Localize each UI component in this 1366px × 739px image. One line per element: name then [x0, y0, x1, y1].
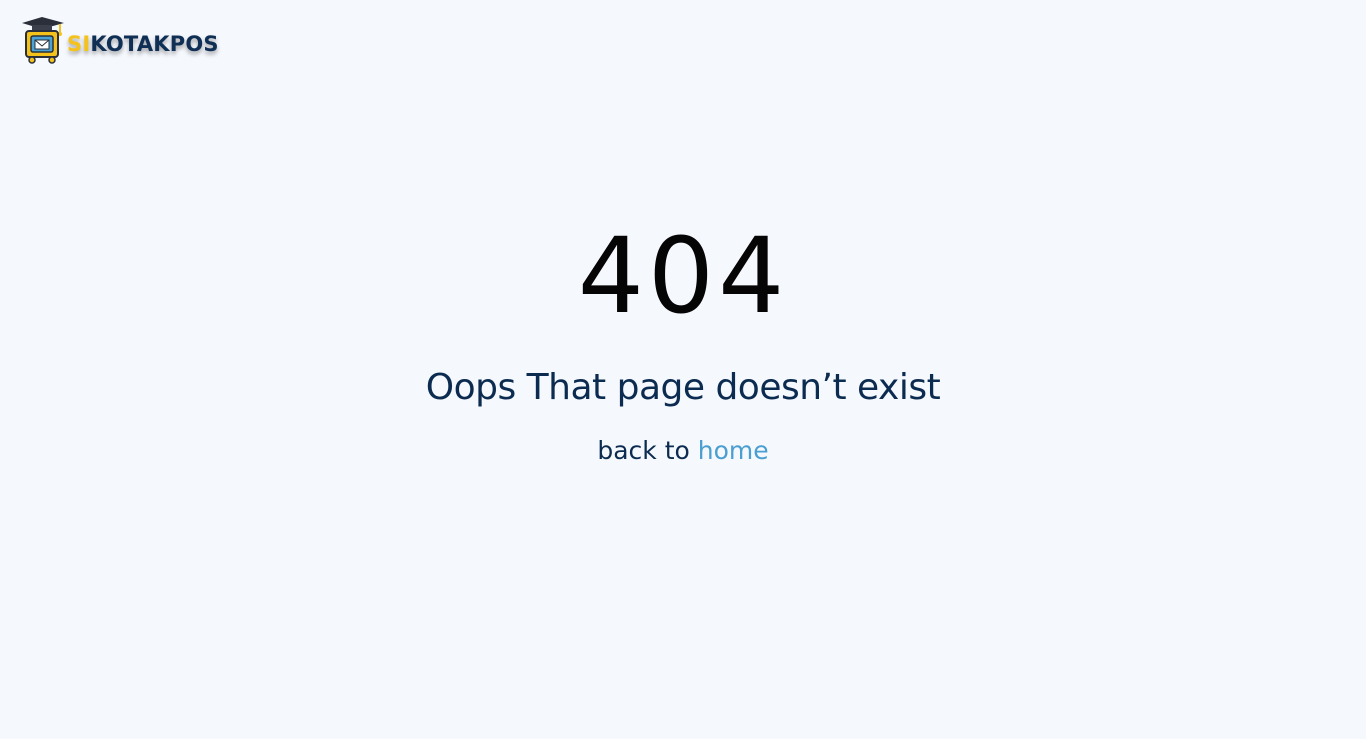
error-code: 404 — [577, 215, 789, 337]
back-to-home-line: back to home — [0, 434, 1366, 468]
back-to-label: back to — [597, 436, 690, 465]
logo-text: SIKOTAKPOS — [67, 32, 219, 56]
logo-text-prefix: SI — [67, 32, 91, 56]
error-message: Oops That page doesn’t exist — [425, 367, 941, 408]
error-page: SIKOTAKPOS 404 Oops That page doesn’t ex… — [0, 0, 1366, 739]
home-link[interactable]: home — [698, 436, 769, 465]
logo-link[interactable]: SIKOTAKPOS — [20, 16, 219, 66]
logo-text-suffix: KOTAKPOS — [90, 32, 219, 56]
graduation-mailbox-icon — [22, 17, 64, 64]
